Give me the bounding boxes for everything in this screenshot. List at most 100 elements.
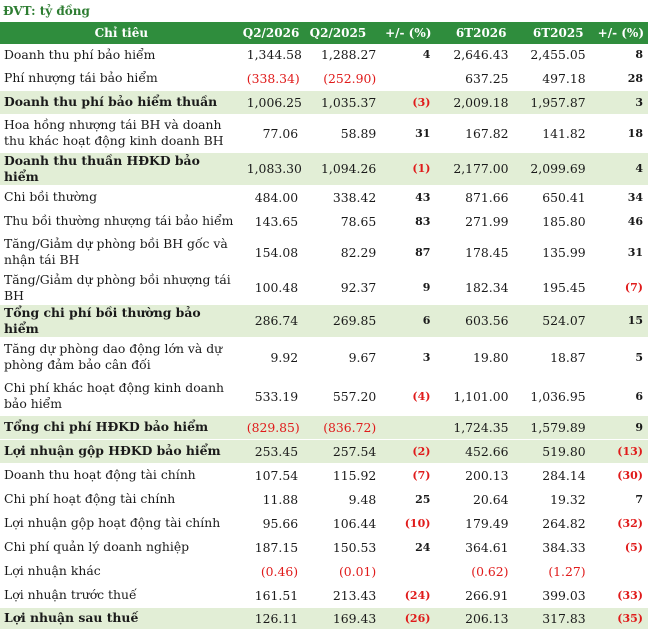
- cell-q2-2025: 557.20: [302, 377, 381, 416]
- cell-6t2025: 524.07: [512, 304, 590, 338]
- unit-label: ĐVT: tỷ đồng: [3, 4, 90, 18]
- cell-change-quarter: (7): [380, 463, 436, 488]
- cell-q2-2026: 95.66: [242, 511, 303, 536]
- row-label: Lợi nhuận khác: [0, 559, 243, 584]
- header-6t2026: 6T2026: [435, 22, 513, 44]
- cell-q2-2026: 1,344.58: [242, 44, 303, 67]
- cell-6t2026: 182.34: [435, 271, 513, 305]
- cell-change-half: (13): [589, 439, 648, 464]
- cell-change-half: (30): [589, 463, 648, 488]
- cell-change-quarter: (4): [380, 377, 436, 416]
- cell-change-quarter: 3: [380, 337, 436, 378]
- cell-change-quarter: [380, 66, 436, 91]
- cell-6t2025: 195.45: [512, 271, 590, 305]
- cell-change-half: 5: [589, 337, 648, 378]
- row-label: Lợi nhuận gộp HĐKD bảo hiểm: [0, 439, 243, 464]
- cell-6t2026: 206.13: [435, 607, 513, 630]
- cell-change-half: 3: [589, 90, 648, 115]
- row-label: Hoa hồng nhượng tái BH và doanh thu khác…: [0, 114, 243, 153]
- row-label: Tăng dự phòng dao động lớn và dự phòng đ…: [0, 337, 243, 378]
- cell-change-quarter: (10): [380, 511, 436, 536]
- cell-q2-2026: 107.54: [242, 463, 303, 488]
- row-label: Doanh thu thuần HĐKD bảo hiểm: [0, 152, 243, 186]
- cell-change-quarter: 87: [380, 233, 436, 272]
- cell-q2-2026: 187.15: [242, 535, 303, 560]
- table-row: Doanh thu phí bảo hiểm 1,344.58 1,288.27 4 2…: [0, 44, 648, 67]
- cell-change-quarter: [380, 559, 436, 584]
- row-label: Tổng chi phí HĐKD bảo hiểm: [0, 415, 243, 440]
- row-label: Lợi nhuận gộp hoạt động tài chính: [0, 511, 243, 536]
- table-row: Chi phí khác hoạt động kinh doanh bảo hi…: [0, 377, 648, 416]
- row-label: Chi phí hoạt động tài chính: [0, 487, 243, 512]
- table-body: Doanh thu phí bảo hiểm 1,344.58 1,288.27 4 2…: [0, 44, 648, 630]
- cell-q2-2026: 1,083.30: [242, 152, 303, 186]
- cell-change-half: 28: [589, 66, 648, 91]
- cell-change-half: (35): [589, 607, 648, 630]
- table-row: Chi phí hoạt động tài chính 11.88 9.48 25 20…: [0, 487, 648, 512]
- cell-q2-2026: 484.00: [242, 185, 303, 210]
- table-row: Lợi nhuận gộp HĐKD bảo hiểm 253.45 257.54(…: [0, 439, 648, 464]
- cell-change-quarter: 4: [380, 44, 436, 67]
- table-row: Tổng chi phí bồi thường bảo hiểm 286.74 26…: [0, 304, 648, 338]
- cell-6t2026: 2,646.43: [435, 44, 513, 67]
- cell-6t2026: 1,724.35: [435, 415, 513, 440]
- table-row: Tổng chi phí HĐKD bảo hiểm (829.85) (836.7…: [0, 415, 648, 440]
- cell-q2-2025: 338.42: [302, 185, 381, 210]
- cell-change-quarter: 9: [380, 271, 436, 305]
- cell-change-quarter: 25: [380, 487, 436, 512]
- cell-q2-2025: 1,288.27: [302, 44, 381, 67]
- cell-change-half: (5): [589, 535, 648, 560]
- cell-6t2025: 1,036.95: [512, 377, 590, 416]
- header-q2-2025: Q2/2025: [302, 22, 381, 44]
- table-row: Doanh thu phí bảo hiểm thuần 1,006.25 1,03…: [0, 90, 648, 115]
- row-label: Tăng/Giảm dự phòng bồi BH gốc và nhận tá…: [0, 233, 243, 272]
- row-label: Chi phí quản lý doanh nghiệp: [0, 535, 243, 560]
- cell-6t2026: 603.56: [435, 304, 513, 338]
- cell-q2-2025: 92.37: [302, 271, 381, 305]
- cell-change-quarter: (3): [380, 90, 436, 115]
- row-label: Phí nhượng tái bảo hiểm: [0, 66, 243, 91]
- cell-q2-2026: 253.45: [242, 439, 303, 464]
- header-6t2025: 6T2025: [512, 22, 590, 44]
- cell-change-half: [589, 559, 648, 584]
- cell-6t2025: 264.82: [512, 511, 590, 536]
- cell-6t2026: 167.82: [435, 114, 513, 153]
- cell-6t2025: 141.82: [512, 114, 590, 153]
- cell-change-quarter: [380, 415, 436, 440]
- cell-6t2025: (1.27): [512, 559, 590, 584]
- table-row: Doanh thu hoạt động tài chính 107.54 115.9…: [0, 463, 648, 488]
- cell-6t2026: 2,009.18: [435, 90, 513, 115]
- cell-6t2025: 185.80: [512, 209, 590, 234]
- cell-change-half: 46: [589, 209, 648, 234]
- cell-q2-2026: 9.92: [242, 337, 303, 378]
- table-row: Tăng/Giảm dự phòng bồi BH gốc và nhận tá…: [0, 233, 648, 272]
- cell-q2-2026: 533.19: [242, 377, 303, 416]
- table-row: Doanh thu thuần HĐKD bảo hiểm 1,083.30 1,0…: [0, 152, 648, 186]
- table-row: Lợi nhuận trước thuế 161.51 213.43 (24) 266.…: [0, 583, 648, 608]
- cell-6t2025: 18.87: [512, 337, 590, 378]
- cell-q2-2025: 1,035.37: [302, 90, 381, 115]
- cell-6t2026: 364.61: [435, 535, 513, 560]
- cell-6t2026: 19.80: [435, 337, 513, 378]
- cell-q2-2025: 9.67: [302, 337, 381, 378]
- cell-6t2025: 1,579.89: [512, 415, 590, 440]
- cell-change-half: 8: [589, 44, 648, 67]
- row-label: Tổng chi phí bồi thường bảo hiểm: [0, 304, 243, 338]
- table-row: Chi bồi thường 484.00 338.42 43 871.66 650.41…: [0, 185, 648, 210]
- row-label: Chi bồi thường: [0, 185, 243, 210]
- cell-q2-2025: 115.92: [302, 463, 381, 488]
- header-change-half: +/- (%): [589, 22, 648, 44]
- row-label: Doanh thu hoạt động tài chính: [0, 463, 243, 488]
- cell-change-half: (7): [589, 271, 648, 305]
- cell-6t2026: 20.64: [435, 487, 513, 512]
- cell-change-quarter: 43: [380, 185, 436, 210]
- cell-change-half: 15: [589, 304, 648, 338]
- cell-q2-2026: 143.65: [242, 209, 303, 234]
- cell-change-quarter: 24: [380, 535, 436, 560]
- cell-q2-2026: 100.48: [242, 271, 303, 305]
- table-row: Thu bồi thường nhượng tái bảo hiểm 143.65…: [0, 209, 648, 234]
- cell-6t2025: 317.83: [512, 607, 590, 630]
- row-label: Thu bồi thường nhượng tái bảo hiểm: [0, 209, 243, 234]
- cell-q2-2026: 161.51: [242, 583, 303, 608]
- row-label: Doanh thu phí bảo hiểm thuần: [0, 90, 243, 115]
